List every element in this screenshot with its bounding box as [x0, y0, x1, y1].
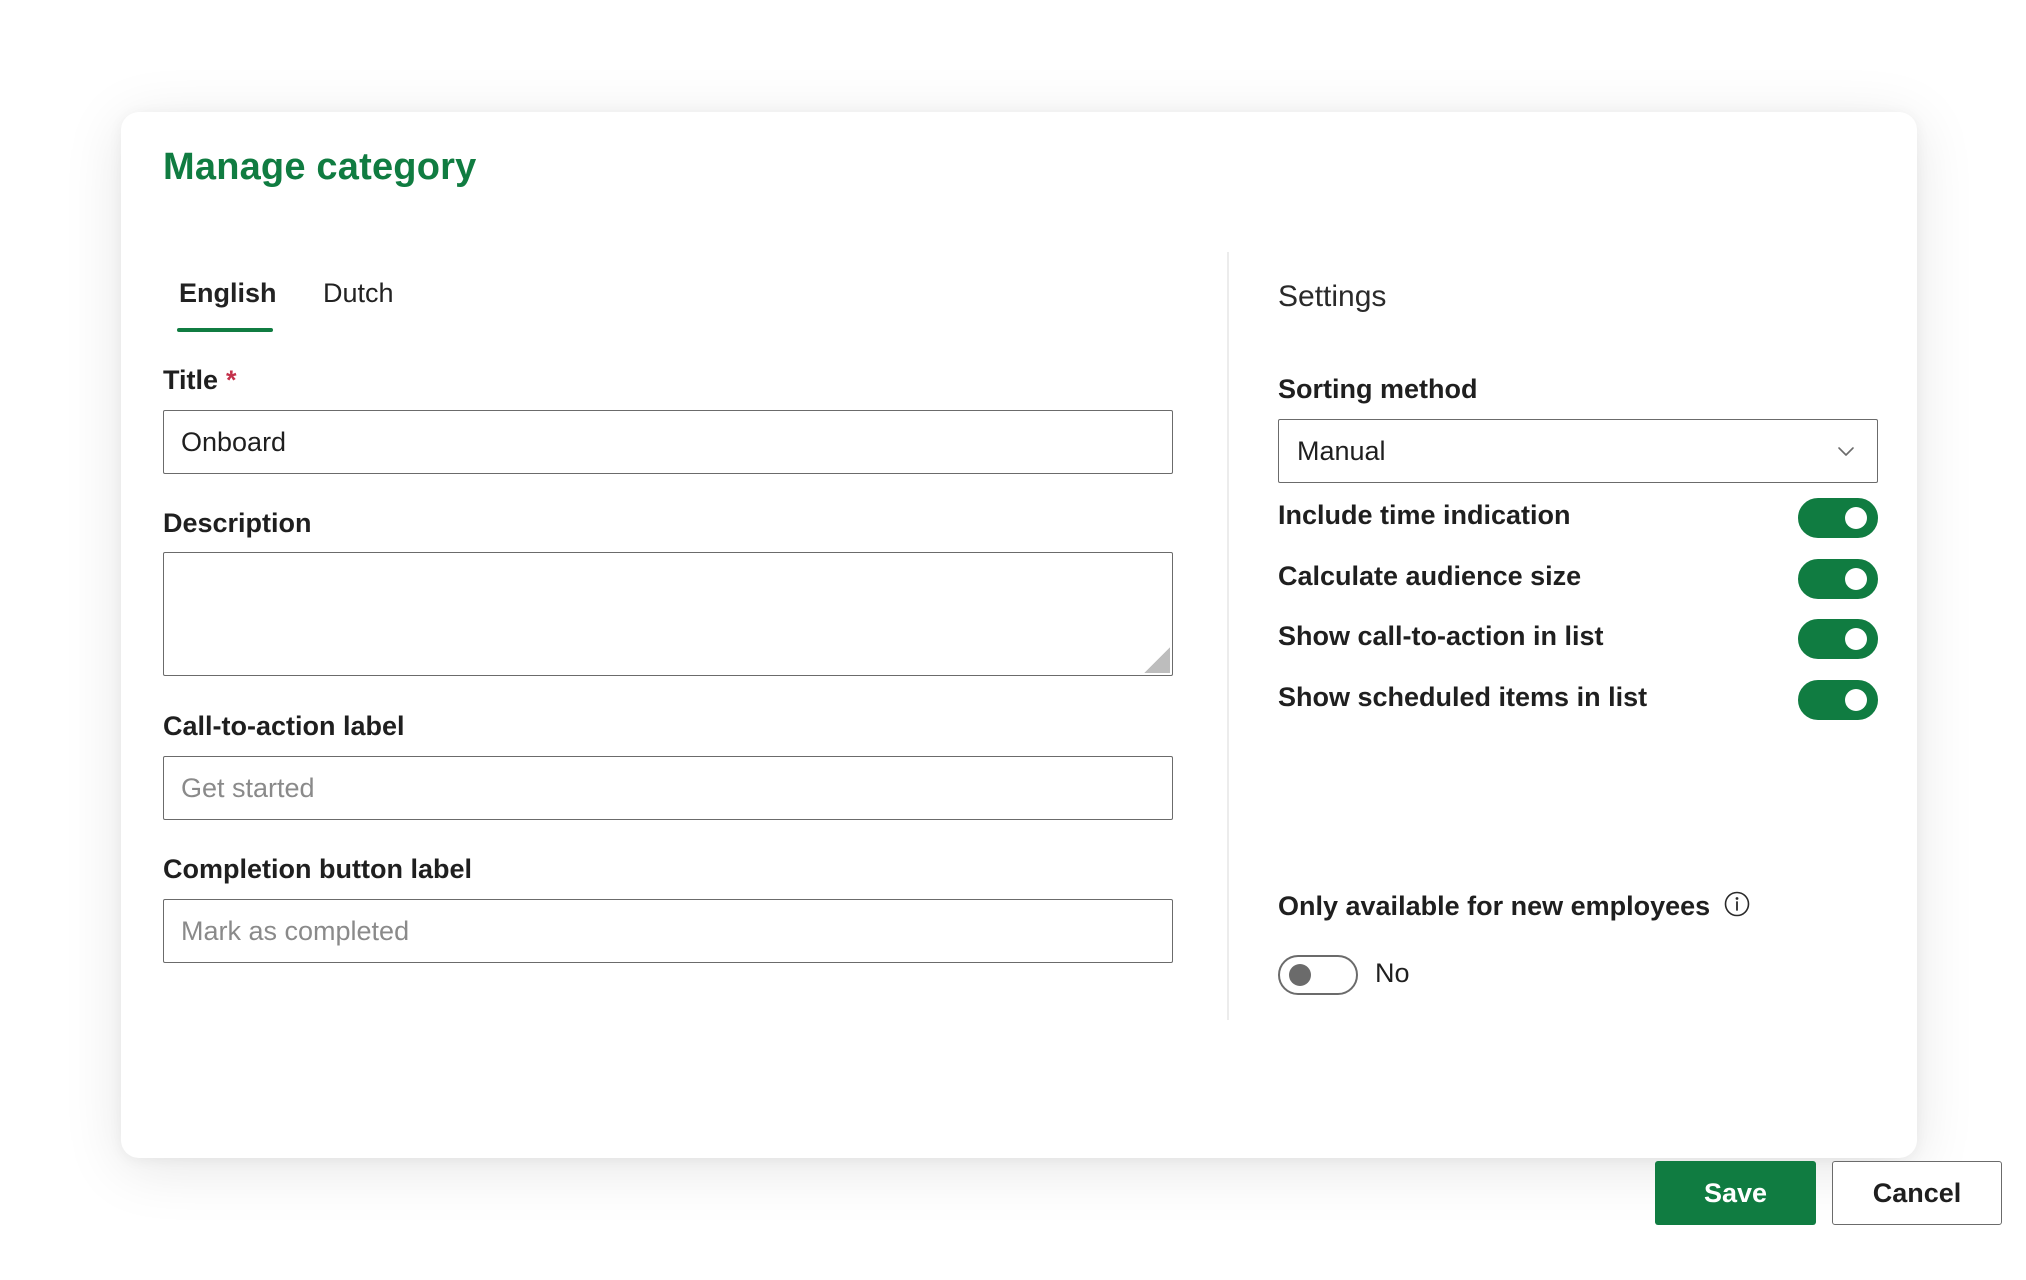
- cta-label-input[interactable]: [163, 756, 1173, 820]
- sorting-method-value: Manual: [1297, 436, 1386, 466]
- completion-label: Completion button label: [163, 854, 472, 884]
- include-time-indication-label: Include time indication: [1278, 500, 1571, 530]
- save-button[interactable]: Save: [1655, 1161, 1816, 1225]
- toggle-knob: [1845, 628, 1867, 650]
- toggle-knob: [1289, 964, 1311, 986]
- chevron-down-icon: [1838, 447, 1854, 456]
- cta-label: Call-to-action label: [163, 711, 405, 741]
- cancel-button[interactable]: Cancel: [1832, 1161, 2002, 1225]
- calculate-audience-size-toggle[interactable]: [1798, 559, 1878, 599]
- show-scheduled-items-toggle[interactable]: [1798, 680, 1878, 720]
- required-mark: *: [226, 365, 237, 395]
- dialog-title: Manage category: [163, 146, 477, 188]
- column-divider: [1227, 252, 1229, 1020]
- calculate-audience-size-label: Calculate audience size: [1278, 561, 1582, 591]
- title-label-text: Title: [163, 365, 219, 395]
- manage-category-dialog: Manage category English Dutch Title* Des…: [121, 112, 2002, 1225]
- show-cta-in-list-toggle[interactable]: [1798, 619, 1878, 659]
- toggle-knob: [1845, 568, 1867, 590]
- include-time-indication-toggle[interactable]: [1798, 498, 1878, 538]
- toggle-knob: [1845, 689, 1867, 711]
- info-icon[interactable]: [1723, 890, 1751, 918]
- resize-grip-icon[interactable]: [1144, 647, 1170, 673]
- title-label: Title *: [163, 365, 237, 396]
- active-tab-indicator: [177, 328, 273, 332]
- sorting-method-select[interactable]: Manual: [1278, 419, 1878, 483]
- tab-english[interactable]: English: [179, 278, 277, 309]
- toggle-knob: [1845, 507, 1867, 529]
- sorting-method-label: Sorting method: [1278, 374, 1478, 404]
- only-new-employees-toggle[interactable]: [1278, 955, 1358, 995]
- only-new-employees-state: No: [1375, 958, 1410, 988]
- completion-label-input[interactable]: [163, 899, 1173, 963]
- title-input[interactable]: [163, 410, 1173, 474]
- tab-dutch[interactable]: Dutch: [323, 278, 394, 309]
- show-scheduled-items-label: Show scheduled items in list: [1278, 682, 1648, 712]
- description-textarea[interactable]: [163, 552, 1173, 676]
- description-label: Description: [163, 508, 312, 538]
- settings-title: Settings: [1278, 280, 1387, 313]
- only-new-employees-label: Only available for new employees: [1278, 891, 1711, 921]
- show-cta-in-list-label: Show call-to-action in list: [1278, 621, 1604, 651]
